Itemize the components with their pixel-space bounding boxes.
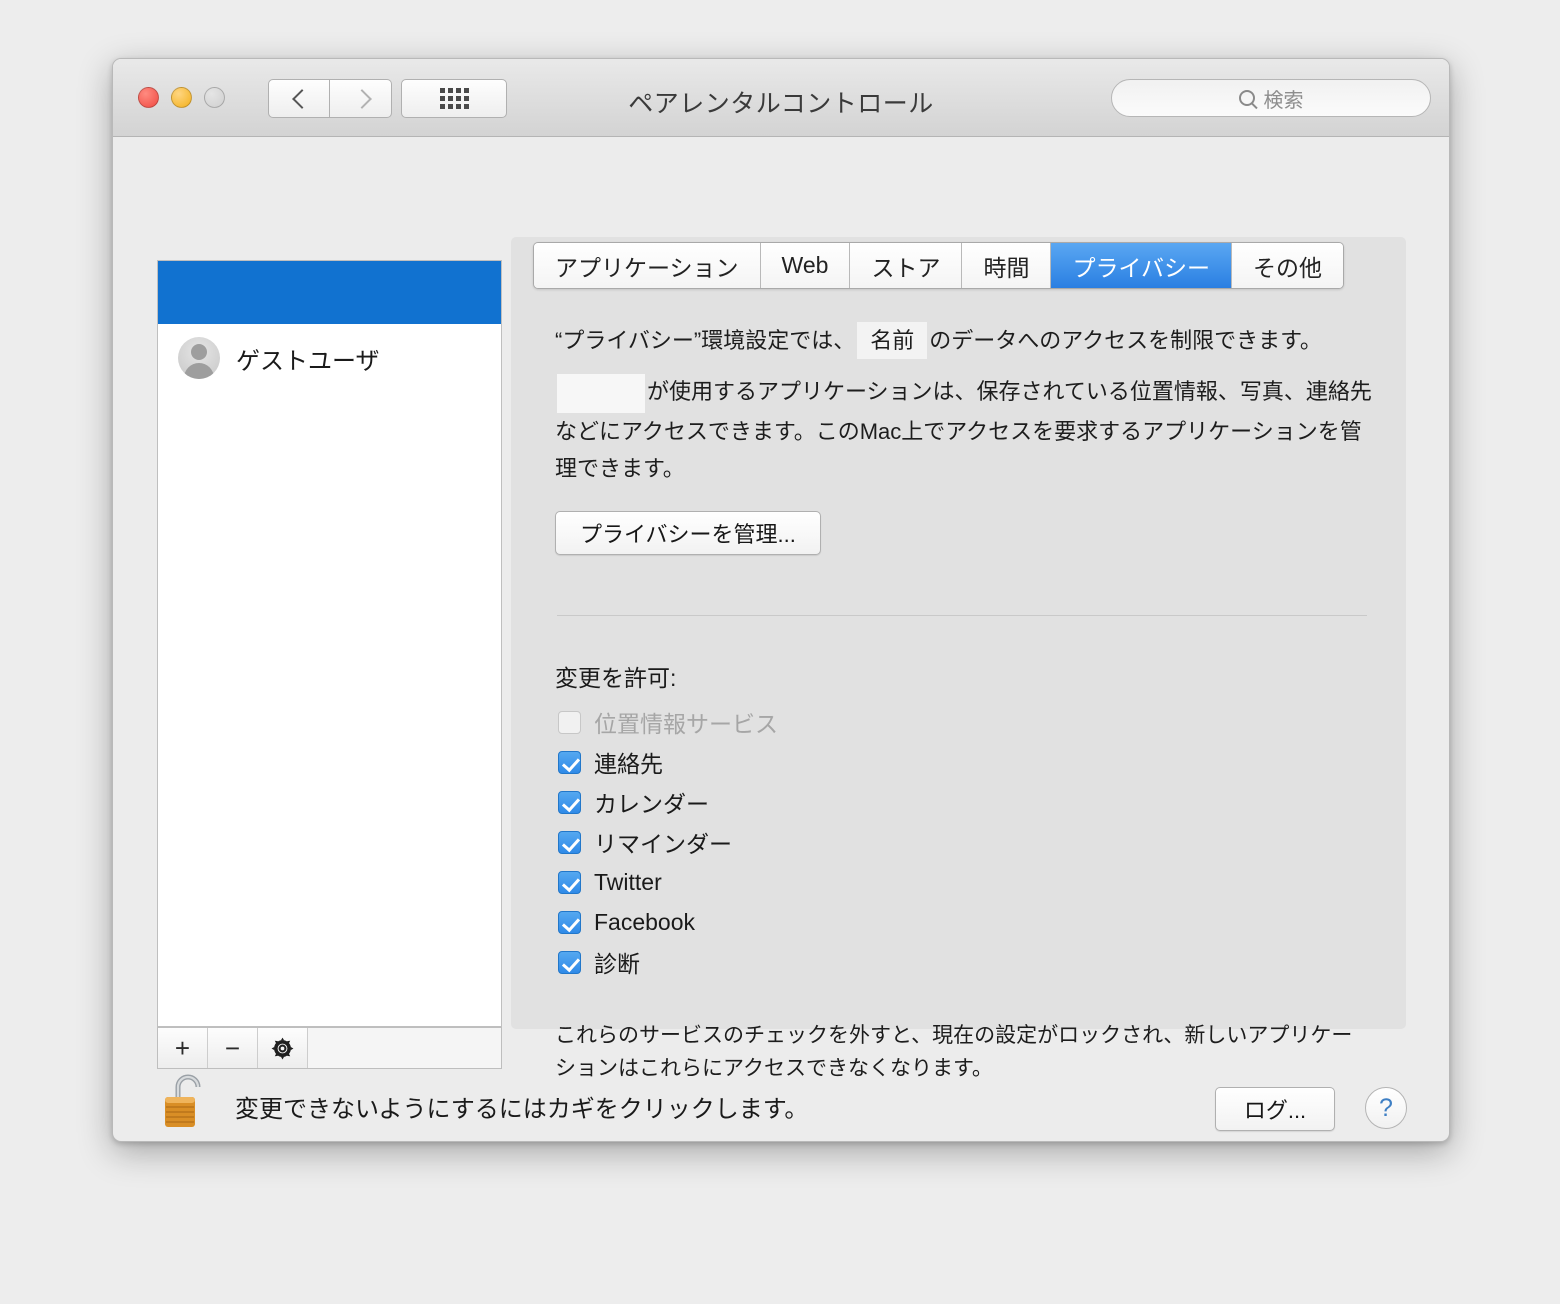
search-icon bbox=[1238, 90, 1255, 106]
privacy-checkbox-list: 位置情報サービス 連絡先 カレンダー リマインダー Twitter Facebo… bbox=[558, 702, 778, 982]
log-button[interactable]: ログ... bbox=[1215, 1087, 1335, 1131]
tab-web[interactable]: Web bbox=[760, 243, 851, 288]
checkbox-label: カレンダー bbox=[594, 791, 709, 817]
add-user-button[interactable]: + bbox=[158, 1028, 208, 1068]
gear-icon bbox=[270, 1036, 295, 1061]
unlocked-padlock-icon bbox=[165, 1074, 201, 1127]
remove-user-button[interactable]: − bbox=[208, 1028, 258, 1068]
allow-changes-label: 変更を許可: bbox=[555, 665, 677, 691]
description-part-1: “プライバシー”環境設定では、 bbox=[555, 328, 856, 353]
avatar bbox=[178, 337, 220, 379]
checkbox-label: Facebook bbox=[594, 908, 696, 935]
checkbox-row-contacts[interactable]: 連絡先 bbox=[558, 742, 778, 782]
name-placeholder-box: 名前 bbox=[857, 322, 928, 359]
checkbox-checked-icon[interactable] bbox=[558, 750, 581, 774]
tab-store[interactable]: ストア bbox=[850, 243, 963, 288]
checkbox-label: 診断 bbox=[594, 951, 640, 977]
parental-controls-window: ペアレンタルコントロール 検索 ゲストユーザ + − アプリケーション Web … bbox=[112, 58, 1450, 1142]
manage-privacy-button[interactable]: プライバシーを管理... bbox=[555, 511, 821, 555]
tab-privacy[interactable]: プライバシー bbox=[1051, 243, 1232, 288]
description-part-2: のデータへのアクセスを制限できます。 bbox=[929, 328, 1322, 353]
search-input[interactable]: 検索 bbox=[1111, 79, 1431, 117]
privacy-description: “プライバシー”環境設定では、 名前 のデータへのアクセスを制限できます。 が使用す… bbox=[555, 322, 1381, 487]
checkbox-checked-icon[interactable] bbox=[558, 870, 581, 894]
checkbox-checked-icon[interactable] bbox=[558, 830, 581, 854]
user-list-toolbar: + − bbox=[157, 1027, 502, 1069]
checkbox-row-diagnostics[interactable]: 診断 bbox=[558, 942, 778, 982]
blank-placeholder-box bbox=[557, 373, 645, 413]
toolbar-spacer bbox=[308, 1028, 501, 1068]
checkbox-label: Twitter bbox=[594, 868, 662, 895]
lock-description: 変更できないようにするにはカギをクリックします。 bbox=[235, 1096, 809, 1123]
checkbox-row-twitter[interactable]: Twitter bbox=[558, 862, 778, 902]
checkbox-checked-icon[interactable] bbox=[558, 910, 581, 934]
checkbox-row-calendar[interactable]: カレンダー bbox=[558, 782, 778, 822]
window-body: ゲストユーザ + − アプリケーション Web ストア 時間 プライバシー その… bbox=[113, 137, 1449, 1141]
list-item[interactable]: ゲストユーザ bbox=[158, 324, 501, 392]
tab-applications[interactable]: アプリケーション bbox=[534, 243, 761, 288]
checkbox-label: 位置情報サービス bbox=[594, 711, 778, 737]
help-button[interactable]: ? bbox=[1365, 1087, 1407, 1129]
user-list: ゲストユーザ bbox=[157, 260, 502, 1027]
settings-button[interactable] bbox=[258, 1028, 308, 1068]
checkbox-row-location-services[interactable]: 位置情報サービス bbox=[558, 702, 778, 742]
tab-other[interactable]: その他 bbox=[1231, 243, 1343, 288]
checkbox-row-facebook[interactable]: Facebook bbox=[558, 902, 778, 942]
checkbox-row-reminders[interactable]: リマインダー bbox=[558, 822, 778, 862]
checkbox-unchecked-icon[interactable] bbox=[558, 710, 581, 734]
search-placeholder: 検索 bbox=[1263, 89, 1304, 112]
lock-button[interactable] bbox=[151, 1065, 223, 1137]
tab-time[interactable]: 時間 bbox=[962, 243, 1052, 288]
checkbox-checked-icon[interactable] bbox=[558, 790, 581, 814]
list-item-selected[interactable] bbox=[158, 261, 501, 324]
section-divider bbox=[557, 615, 1367, 616]
description-part-3: が使用するアプリケーションは、保存されている位置情報、写真、連絡先などにアクセス… bbox=[555, 379, 1372, 481]
checkbox-checked-icon[interactable] bbox=[558, 950, 581, 974]
checkbox-label: 連絡先 bbox=[594, 751, 663, 777]
privacy-note: これらのサービスのチェックを外すと、現在の設定がロックされ、新しいアプリケーショ… bbox=[555, 1024, 1353, 1080]
user-name-label: ゲストユーザ bbox=[236, 347, 380, 375]
tab-bar: アプリケーション Web ストア 時間 プライバシー その他 bbox=[533, 242, 1344, 289]
checkbox-label: リマインダー bbox=[594, 831, 732, 857]
window-titlebar: ペアレンタルコントロール 検索 bbox=[113, 59, 1449, 137]
